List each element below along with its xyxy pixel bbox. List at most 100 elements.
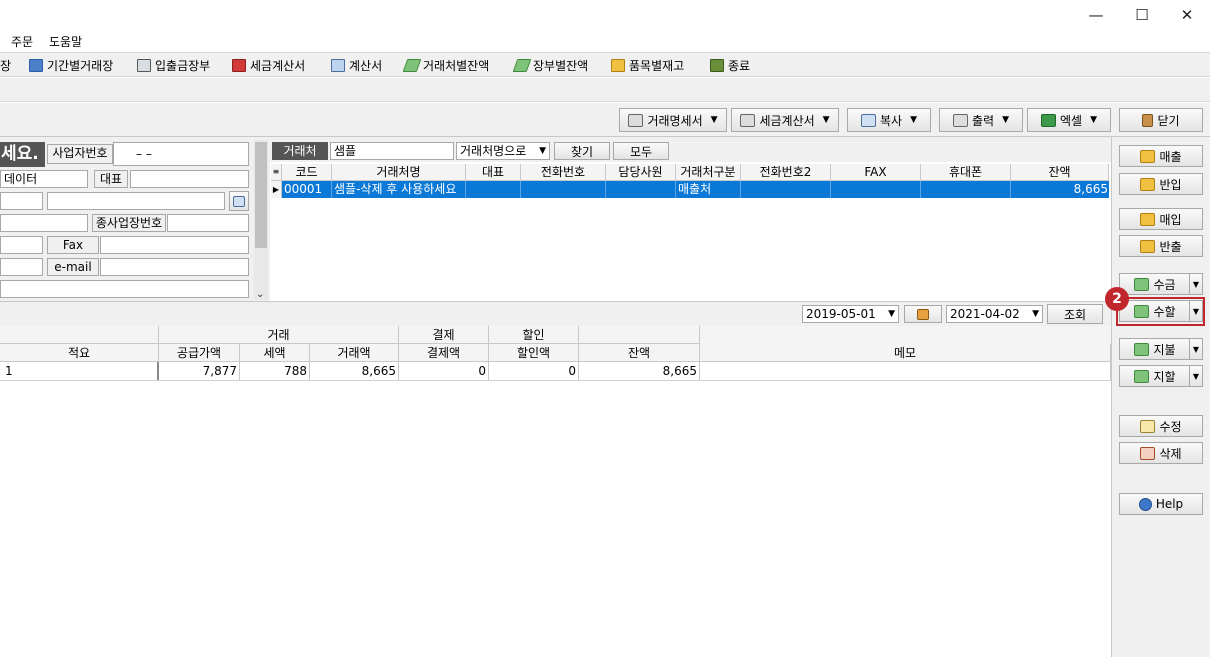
ledger-group-discount: 할인 — [489, 326, 579, 344]
ledger-col-supply[interactable]: 공급가액 — [159, 344, 240, 362]
client-col-balance[interactable]: 잔액 — [1011, 164, 1109, 181]
money-icon — [1134, 277, 1150, 291]
excel-button[interactable]: 엑셀 ▼ — [1027, 108, 1111, 132]
statement-button[interactable]: 거래명세서 ▼ — [619, 108, 727, 132]
rep-field[interactable] — [130, 170, 249, 188]
fax-field[interactable] — [100, 236, 249, 254]
purchase-button[interactable]: 매입 — [1119, 208, 1203, 230]
pay-discount-dropdown-icon[interactable]: ▼ — [1189, 365, 1203, 387]
ledger-col-memo[interactable]: 메모 — [700, 344, 1111, 362]
ledger-header-blank — [0, 326, 159, 344]
search-mode-select[interactable]: 거래처명으로 ▼ — [456, 142, 550, 160]
toolbar-item-client-balance[interactable]: 거래처별잔액 — [402, 57, 489, 74]
toolbar-label: 세금계산서 — [250, 59, 306, 73]
toolbar-item-period-ledger[interactable]: 기간별거래장 — [29, 57, 113, 74]
tax-invoice-button[interactable]: 세금계산서 ▼ — [731, 108, 839, 132]
memo-field[interactable] — [0, 280, 249, 298]
edit-button[interactable]: 수정 — [1119, 415, 1203, 437]
toolbar-item-tax-invoice[interactable]: 세금계산서 — [232, 57, 305, 74]
email-field[interactable] — [100, 258, 249, 276]
date-from-picker[interactable]: 2019-05-01 ▼ — [802, 305, 899, 323]
client-col-mobile[interactable]: 휴대폰 — [921, 164, 1011, 181]
address-detail-field[interactable] — [0, 214, 88, 232]
chevron-down-icon[interactable]: ⌄ — [256, 289, 264, 300]
toolbar-item-ledger-balance[interactable]: 장부별잔액 — [512, 57, 589, 74]
mobile-field[interactable] — [0, 258, 43, 276]
ledger-col-balance[interactable]: 잔액 — [579, 344, 700, 362]
delete-button[interactable]: 삭제 — [1119, 442, 1203, 464]
purchase-return-button[interactable]: 반출 — [1119, 235, 1203, 257]
print-button[interactable]: 출력 ▼ — [939, 108, 1023, 132]
client-col-code[interactable]: 코드 — [282, 164, 332, 181]
client-cell-code: 00001 — [282, 181, 332, 198]
address-search-button[interactable] — [229, 191, 249, 211]
tax-invoice-icon — [232, 59, 246, 72]
toolbar-item-cashbook[interactable]: 입출금장부 — [137, 57, 210, 74]
pay-discount-label: 지할 — [1153, 369, 1176, 384]
help-button[interactable]: Help — [1119, 493, 1203, 515]
ledger-col-desc[interactable]: 적요 — [0, 344, 159, 362]
zip-field[interactable] — [0, 192, 43, 210]
table-row[interactable]: 1 7,877 788 8,665 0 0 8,665 — [0, 362, 1111, 381]
calendar-button[interactable] — [904, 305, 942, 323]
toolbar-item-partial[interactable]: 장 — [0, 57, 11, 74]
client-col-name[interactable]: 거래처명 — [332, 164, 466, 181]
ledger-col-trade[interactable]: 거래액 — [310, 344, 399, 362]
menu-order[interactable]: 주문 — [11, 33, 33, 50]
sub-biz-field[interactable] — [167, 214, 249, 232]
phone-field[interactable] — [0, 236, 43, 254]
search-input[interactable]: 샘플 — [330, 142, 454, 160]
close-button[interactable]: 닫기 — [1119, 108, 1203, 132]
receive-button[interactable]: 수금 — [1119, 273, 1191, 295]
delete-icon — [1140, 446, 1156, 460]
table-row[interactable]: 00001 샘플-삭제 후 사용하세요 매출처 8,665 — [282, 181, 1109, 198]
date-to-picker[interactable]: 2021-04-02 ▼ — [946, 305, 1043, 323]
pay-button[interactable]: 지불 — [1119, 338, 1191, 360]
ledger-col-pay[interactable]: 결제액 — [399, 344, 489, 362]
chevron-down-icon: ▼ — [910, 115, 917, 125]
client-col-phone2[interactable]: 전화번호2 — [741, 164, 831, 181]
excel-label: 엑셀 — [1059, 113, 1083, 128]
sales-button[interactable]: 매출 — [1119, 145, 1203, 167]
ledger-cell-disc: 0 — [489, 362, 579, 380]
toolbar-label: 종료 — [728, 59, 751, 73]
ledger-col-disc[interactable]: 할인액 — [489, 344, 579, 362]
client-cell-fax — [831, 181, 921, 198]
receive-dropdown-icon[interactable]: ▼ — [1189, 273, 1203, 295]
pay-dropdown-icon[interactable]: ▼ — [1189, 338, 1203, 360]
client-col-staff[interactable]: 담당사원 — [606, 164, 676, 181]
ledger-col-tax[interactable]: 세액 — [240, 344, 310, 362]
money-icon — [512, 59, 532, 72]
client-col-rep[interactable]: 대표 — [466, 164, 521, 181]
pay-discount-button[interactable]: 지할 — [1119, 365, 1191, 387]
toolbar-label: 장부별잔액 — [533, 59, 589, 73]
client-cell-phone2 — [741, 181, 831, 198]
toolbar-item-item-stock[interactable]: 품목별재고 — [611, 57, 684, 74]
maximize-icon[interactable]: ☐ — [1119, 0, 1165, 30]
step-badge: 2 — [1105, 287, 1129, 311]
sales-return-button[interactable]: 반입 — [1119, 173, 1203, 195]
client-col-fax[interactable]: FAX — [831, 164, 921, 181]
data-field[interactable]: 데이터 — [0, 170, 88, 188]
form-scrollbar[interactable]: ⌄ — [254, 140, 268, 300]
close-icon[interactable]: ✕ — [1164, 0, 1210, 30]
query-button[interactable]: 조회 — [1047, 304, 1103, 324]
client-cell-name: 샘플-삭제 후 사용하세요 — [332, 181, 466, 198]
chevron-down-icon: ▼ — [1032, 309, 1039, 319]
toolbar-item-invoice[interactable]: 계산서 — [331, 57, 382, 74]
ledger-group-trade: 거래 — [159, 326, 399, 344]
find-button[interactable]: 찾기 — [554, 142, 610, 160]
minimize-icon[interactable]: — — [1073, 0, 1119, 30]
ledger-cell-balance: 8,665 — [579, 362, 700, 380]
menu-help[interactable]: 도움말 — [49, 33, 82, 50]
address-field[interactable] — [47, 192, 225, 210]
excel-icon — [1040, 113, 1056, 127]
copy-button[interactable]: 복사 ▼ — [847, 108, 931, 132]
toolbar-item-exit[interactable]: 종료 — [710, 57, 750, 74]
scrollbar-thumb[interactable] — [255, 142, 267, 248]
client-col-phone[interactable]: 전화번호 — [521, 164, 606, 181]
biz-no-field[interactable]: – – — [113, 142, 249, 166]
box-icon — [1140, 239, 1156, 253]
client-col-type[interactable]: 거래처구분 — [676, 164, 741, 181]
all-button[interactable]: 모두 — [613, 142, 669, 160]
